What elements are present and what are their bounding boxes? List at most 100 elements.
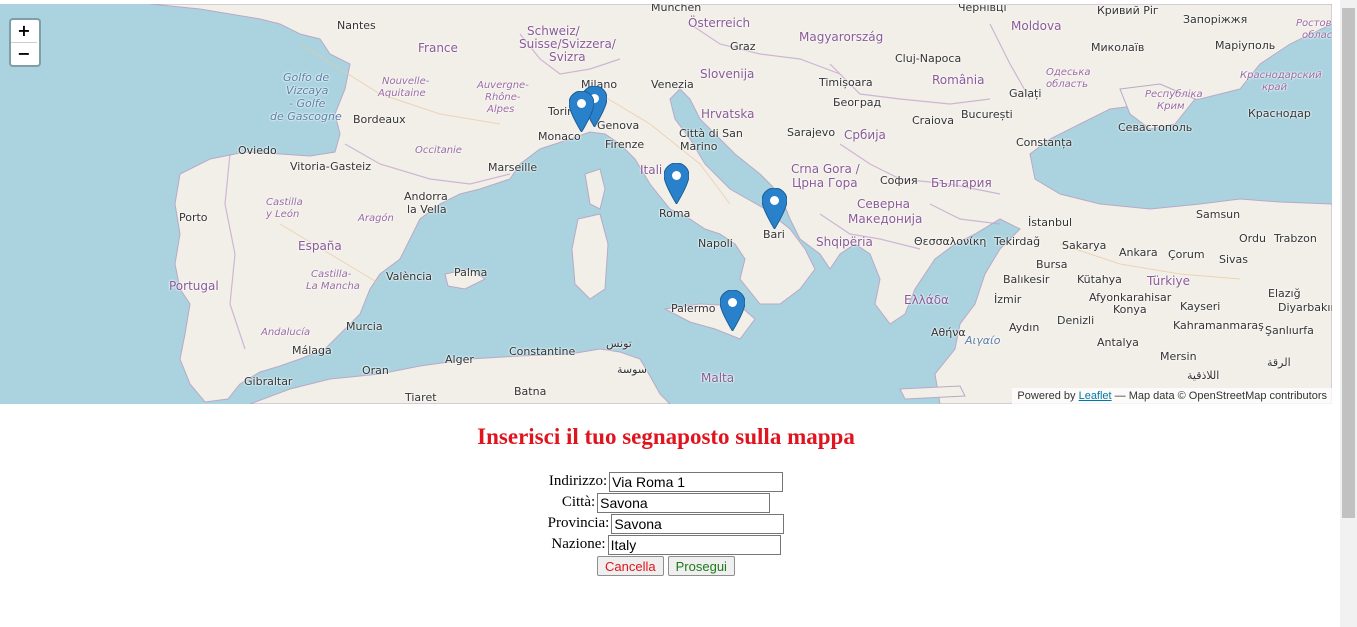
map-label: Vitoria-Gasteiz	[290, 160, 371, 173]
map-label: Itali	[640, 163, 663, 177]
map-label: Bursa	[1036, 258, 1068, 271]
map-label: İzmir	[994, 293, 1022, 306]
map-label: Крим	[1157, 101, 1185, 112]
map-label: تونس	[606, 337, 632, 350]
nazione-input[interactable]	[607, 534, 781, 555]
map-label: Palermo	[671, 302, 716, 315]
map-label: Tekirdağ	[994, 235, 1041, 248]
map-label: Alpes	[487, 104, 515, 115]
map-label: Hrvatska	[701, 107, 755, 121]
next-button[interactable]: Prosegui	[667, 556, 735, 576]
map-label: България	[931, 176, 992, 190]
map-label: Marino	[680, 140, 718, 153]
indirizzo-label: Indirizzo:	[548, 473, 608, 489]
provincia-label: Provincia:	[547, 515, 610, 531]
map-label: Севастополь	[1118, 121, 1193, 134]
map-label: Vizcaya	[286, 84, 329, 97]
map-marker-icon[interactable]	[720, 290, 745, 331]
scrollbar-thumb[interactable]	[1342, 8, 1355, 518]
map-label: München	[651, 4, 702, 14]
map-label: Ελλάδα	[904, 293, 949, 307]
map-label: Македонија	[848, 212, 923, 226]
map-label: Sarajevo	[787, 126, 836, 139]
citta-label: Città:	[561, 494, 596, 510]
map-label: Slovenija	[700, 67, 755, 81]
zoom-in-button[interactable]: +	[11, 20, 37, 43]
map-label: Constanța	[1016, 136, 1073, 149]
attribution-prefix: Powered by	[1017, 390, 1076, 402]
map-label: Београд	[833, 96, 882, 109]
map-label: Murcia	[346, 320, 383, 333]
map-label: Kütahya	[1077, 273, 1122, 286]
indirizzo-input[interactable]	[609, 471, 784, 492]
map-attribution: Powered by Leaflet — Map data © OpenStre…	[1012, 388, 1332, 404]
map-label: Tiaret	[405, 391, 437, 404]
map-label: Trabzon	[1274, 232, 1317, 245]
map-label: İstanbul	[1028, 216, 1073, 229]
map[interactable]: + − Nantes München Кривий Ріг Запоріжжя …	[0, 4, 1332, 404]
map-label: Moldova	[1011, 19, 1062, 33]
nazione-label: Nazione:	[551, 536, 606, 552]
map-label: Timișoara	[819, 76, 873, 89]
map-label: Запоріжжя	[1183, 13, 1248, 26]
map-label: Sivas	[1219, 253, 1249, 266]
map-label: Краснодар	[1248, 107, 1311, 120]
map-label: Ростов	[1296, 18, 1332, 29]
map-label: Çorum	[1168, 248, 1205, 261]
map-label: Auvergne-	[477, 80, 529, 91]
map-label: Antalya	[1097, 336, 1139, 349]
map-label: Crna Gora /	[791, 162, 860, 176]
map-label: سوسة	[617, 363, 648, 376]
map-label: Одеська	[1046, 67, 1091, 78]
map-label: Kahramanmaraş	[1173, 319, 1264, 332]
map-label: Θεσσαλονίκη	[914, 235, 987, 248]
map-label: Firenze	[605, 138, 645, 151]
map-label: Gibraltar	[244, 375, 293, 388]
map-label: Constantine	[509, 345, 576, 358]
map-label: الرقة	[1267, 356, 1291, 369]
map-marker-icon[interactable]	[664, 163, 689, 204]
cancel-button[interactable]: Cancella	[597, 556, 664, 576]
map-label: Österreich	[688, 16, 751, 30]
map-label: Balıkesir	[1003, 273, 1050, 286]
map-label: Ordu	[1239, 232, 1266, 245]
map-label: Cluj-Napoca	[895, 52, 962, 65]
map-label: Denizli	[1057, 314, 1095, 327]
zoom-out-button[interactable]: −	[11, 43, 37, 65]
map-label: Aquitaine	[378, 88, 426, 99]
indirizzo-row: Indirizzo:	[0, 471, 1332, 492]
map-label: Oran	[362, 364, 389, 377]
map-label: Diyarbakır	[1278, 301, 1332, 314]
map-label: Србија	[844, 128, 886, 142]
map-marker-icon[interactable]	[569, 91, 594, 132]
map-label: Palma	[454, 266, 488, 279]
map-label: la Vella	[407, 203, 447, 216]
map-label: область	[1046, 79, 1089, 90]
map-label: Αθήνα	[931, 326, 966, 339]
provincia-input[interactable]	[611, 513, 785, 534]
map-label: Napoli	[698, 237, 733, 250]
map-label: Aydın	[1009, 321, 1040, 334]
nazione-row: Nazione:	[0, 534, 1332, 555]
map-label: Миколаїв	[1091, 41, 1145, 54]
attribution-suffix: — Map data © OpenStreetMap contributors	[1114, 390, 1327, 402]
map-label: La Mancha	[306, 281, 360, 292]
map-label: Чернівці	[958, 4, 1007, 14]
map-label: Porto	[179, 211, 208, 224]
provincia-row: Provincia:	[0, 513, 1332, 534]
map-label: Malta	[701, 371, 735, 385]
map-label: Marseille	[488, 161, 538, 174]
map-label: София	[880, 174, 918, 187]
leaflet-link[interactable]: Leaflet	[1079, 390, 1112, 402]
map-label: Türkiye	[1147, 274, 1190, 288]
zoom-control: + −	[9, 18, 41, 67]
citta-input[interactable]	[597, 492, 771, 513]
map-label: Golfo de	[283, 71, 330, 84]
map-label: Αιγαίο	[965, 334, 1001, 347]
map-label: România	[932, 73, 985, 87]
map-label: Galați	[1009, 87, 1042, 100]
map-label: Batna	[514, 385, 547, 398]
map-marker-icon[interactable]	[762, 188, 787, 229]
map-label: Nouvelle-	[382, 76, 430, 87]
map-label: Mersin	[1160, 350, 1197, 363]
